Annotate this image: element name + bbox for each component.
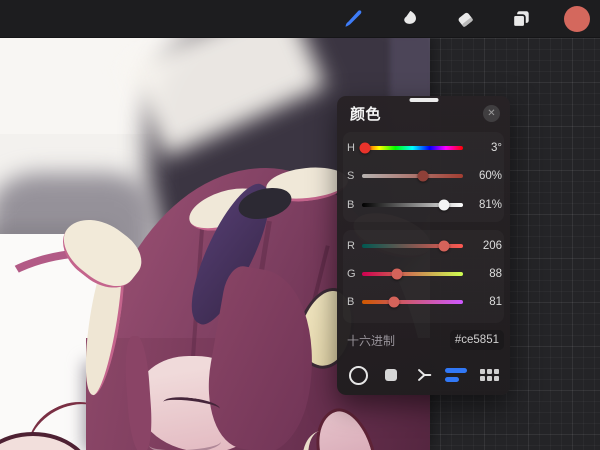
layers-icon: [512, 10, 529, 28]
brightness-slider[interactable]: [362, 199, 463, 211]
hex-row: 十六进制 #ce5851: [347, 327, 504, 353]
hex-label: 十六进制: [347, 333, 396, 348]
green-slider-knob[interactable]: [391, 268, 403, 280]
blue-slider-knob[interactable]: [388, 296, 400, 308]
brightness-slider-knob[interactable]: [438, 199, 450, 211]
red-slider-row: R 206: [347, 239, 502, 253]
slider-label: B: [347, 199, 355, 211]
hue-slider-row: H 3°: [347, 141, 502, 155]
slider-label: G: [347, 268, 356, 280]
slider-value: 3°: [491, 142, 502, 154]
slider-label: H: [347, 142, 355, 154]
green-slider[interactable]: [362, 268, 463, 280]
slider-value: 81: [489, 296, 502, 308]
harmony-mode-icon: [417, 369, 431, 381]
value-mode-button[interactable]: [444, 363, 468, 387]
eraser-icon: [458, 12, 473, 27]
palettes-mode-button[interactable]: [477, 363, 501, 387]
disc-mode-icon: [348, 365, 368, 385]
color-panel: 颜色 ✕ H 3° S 60% B 81% R 206 G 88 B 81 十六…: [337, 96, 510, 395]
hex-value-field[interactable]: #ce5851: [449, 330, 504, 350]
active-color-swatch: [564, 5, 590, 32]
saturation-slider-row: S 60%: [347, 169, 502, 183]
layers-button[interactable]: [506, 4, 536, 34]
slider-value: 88: [489, 268, 502, 280]
color-mode-bar: [346, 362, 501, 388]
close-icon: ✕: [487, 108, 496, 119]
close-button[interactable]: ✕: [483, 105, 500, 122]
disc-mode-button[interactable]: [346, 363, 370, 387]
slider-label: R: [347, 240, 355, 252]
active-color-button[interactable]: [562, 4, 592, 34]
classic-mode-icon: [384, 369, 397, 381]
hue-slider-knob[interactable]: [359, 142, 371, 154]
color-panel-title: 颜色: [350, 106, 382, 123]
red-slider-knob[interactable]: [438, 240, 450, 252]
hue-slider[interactable]: [359, 142, 463, 154]
slider-value: 206: [482, 240, 502, 252]
paint-brush-button[interactable]: [338, 4, 368, 34]
procreate-screen: 颜色 ✕ H 3° S 60% B 81% R 206 G 88 B 81 十六…: [0, 0, 600, 450]
blue-slider-row: B 81: [347, 295, 502, 309]
slider-value: 60%: [478, 170, 502, 182]
slider-label: S: [347, 170, 355, 182]
harmony-mode-button[interactable]: [412, 363, 436, 387]
classic-mode-button[interactable]: [379, 363, 403, 387]
eraser-button[interactable]: [450, 4, 480, 34]
smudge-button[interactable]: [394, 4, 424, 34]
saturation-slider[interactable]: [362, 170, 463, 182]
brightness-slider-row: B 81%: [347, 198, 502, 212]
blue-slider[interactable]: [362, 296, 463, 308]
value-mode-icon: [445, 368, 468, 382]
red-slider[interactable]: [362, 240, 463, 252]
slider-value: 81%: [478, 199, 502, 211]
top-toolbar: [0, 0, 600, 38]
green-slider-row: G 88: [347, 267, 502, 281]
smudge-icon: [404, 10, 416, 24]
panel-drag-handle[interactable]: [409, 98, 438, 102]
paint-brush-icon: [345, 9, 362, 27]
slider-label: B: [347, 296, 355, 308]
saturation-slider-knob[interactable]: [417, 170, 429, 182]
palettes-mode-icon: [479, 369, 499, 381]
